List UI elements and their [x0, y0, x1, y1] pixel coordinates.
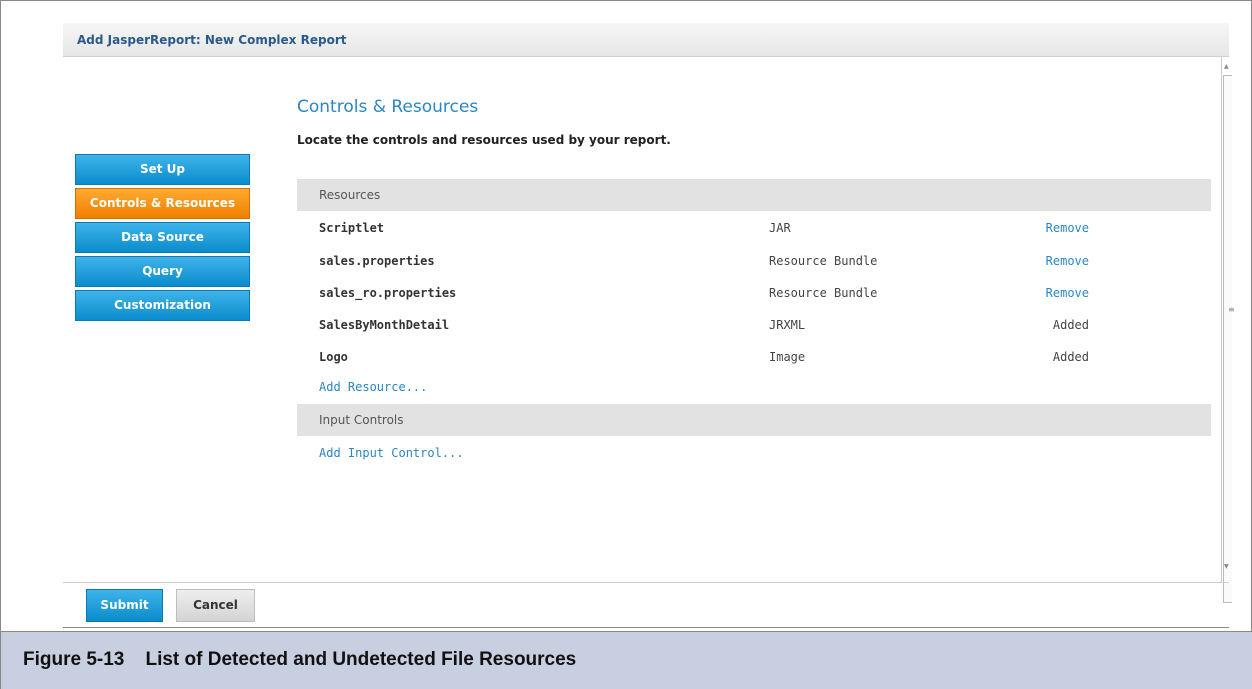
scrollbar-grip-icon: ≡	[1228, 305, 1235, 314]
resource-name: SalesByMonthDetail	[319, 318, 450, 332]
figure-caption: Figure 5-13 List of Detected and Undetec…	[23, 649, 577, 670]
resource-row: sales_ro.properties Resource Bundle Remo…	[297, 277, 1211, 309]
remove-resource-link[interactable]: Remove	[1046, 221, 1089, 235]
resource-status: Added	[1052, 318, 1089, 332]
remove-resource-link[interactable]: Remove	[1046, 286, 1089, 300]
nav-item-query[interactable]: Query	[75, 256, 250, 287]
resource-type: Image	[769, 350, 806, 364]
scroll-down-arrow-icon[interactable]: ▼	[1224, 563, 1229, 570]
remove-resource-link[interactable]: Remove	[1046, 254, 1089, 268]
resource-row: Logo Image Added	[297, 341, 1211, 373]
resource-name: sales_ro.properties	[319, 286, 457, 300]
nav-item-controls-resources[interactable]: Controls & Resources	[75, 188, 250, 219]
footer-divider	[63, 582, 1229, 583]
scrollbar-thumb[interactable]	[1223, 75, 1232, 603]
scroll-up-arrow-icon[interactable]: ▲	[1224, 63, 1229, 70]
nav-item-data-source[interactable]: Data Source	[75, 222, 250, 253]
main-content: Controls & Resources Locate the controls…	[297, 97, 1211, 147]
resource-type: JAR	[769, 221, 791, 235]
bottom-divider	[63, 627, 1229, 628]
resource-name: sales.properties	[319, 254, 435, 268]
resource-status: Added	[1052, 350, 1089, 364]
resource-name: Scriptlet	[319, 221, 385, 235]
add-resource-link[interactable]: Add Resource...	[319, 380, 427, 394]
add-input-control-link[interactable]: Add Input Control...	[319, 446, 464, 460]
vertical-scrollbar[interactable]: ▲ ≡ ▼	[1221, 57, 1235, 603]
resource-type: JRXML	[769, 318, 806, 332]
resource-type: Resource Bundle	[769, 254, 878, 268]
page-title: Controls & Resources	[297, 97, 479, 117]
dialog-titlebar: Add JasperReport: New Complex Report	[63, 23, 1229, 57]
dialog-title: Add JasperReport: New Complex Report	[77, 33, 347, 47]
resource-type: Resource Bundle	[769, 286, 878, 300]
dialog-frame: Add JasperReport: New Complex Report ▲ ≡…	[0, 0, 1252, 689]
figure-caption-bar: Figure 5-13 List of Detected and Undetec…	[1, 631, 1252, 689]
submit-button[interactable]: Submit	[86, 589, 163, 622]
resource-row: SalesByMonthDetail JRXML Added	[297, 309, 1211, 341]
wizard-nav: Set Up Controls & Resources Data Source …	[75, 154, 250, 324]
resources-section-header: Resources	[297, 179, 1211, 211]
resource-name: Logo	[319, 350, 348, 364]
resource-row: Scriptlet JAR Remove	[297, 212, 1211, 244]
nav-item-set-up[interactable]: Set Up	[75, 154, 250, 185]
cancel-button[interactable]: Cancel	[176, 589, 255, 622]
input-controls-section-header: Input Controls	[297, 404, 1211, 436]
nav-item-customization[interactable]: Customization	[75, 290, 250, 321]
page-description: Locate the controls and resources used b…	[297, 133, 671, 147]
resource-row: sales.properties Resource Bundle Remove	[297, 245, 1211, 277]
